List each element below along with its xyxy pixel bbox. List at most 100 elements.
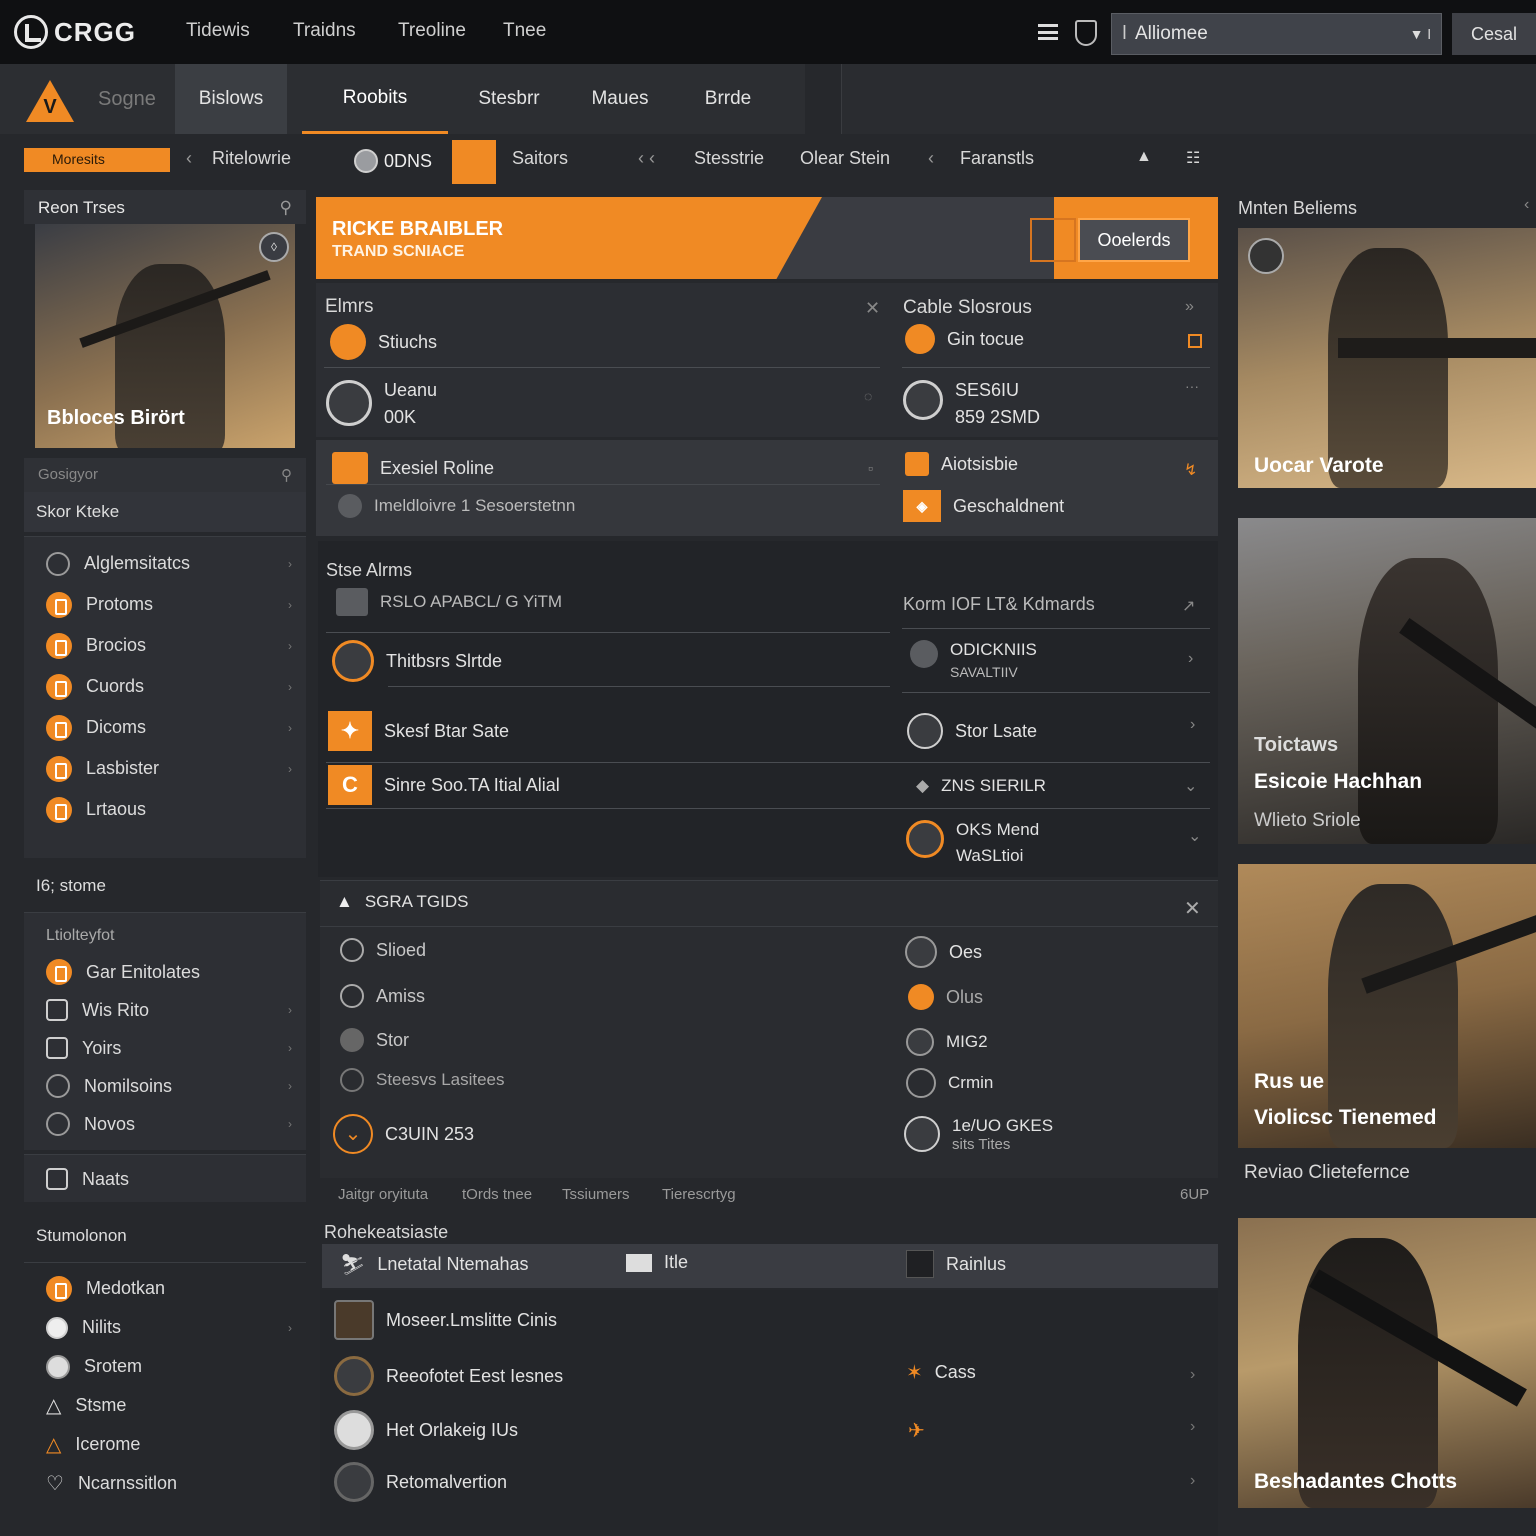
- tag-row[interactable]: Slioed: [340, 938, 426, 962]
- role-row[interactable]: ◈ Geschaldnent: [903, 490, 1064, 522]
- app-logo[interactable]: CRGG: [14, 12, 136, 52]
- tag-row[interactable]: Steesvs Lasitees: [340, 1068, 505, 1092]
- list-item[interactable]: Nilits ›: [24, 1308, 306, 1347]
- list-item[interactable]: Yoirs ›: [24, 1029, 306, 1067]
- list-item[interactable]: Lasbister ›: [24, 748, 306, 789]
- alert-header[interactable]: RSLO APABCL/ G YiTM: [336, 588, 562, 616]
- stat-row[interactable]: Gin tocue: [905, 324, 1024, 354]
- list-row[interactable]: Reeofotet Eest Iesnes: [334, 1356, 563, 1396]
- list-row[interactable]: ✶ Cass: [906, 1360, 976, 1385]
- list-item[interactable]: △ Icerome: [24, 1425, 306, 1464]
- top-nav-item-4[interactable]: Tnee: [503, 20, 546, 42]
- footnote-item[interactable]: Tssiumers: [562, 1186, 630, 1203]
- list-item[interactable]: Nomilsoins ›: [24, 1067, 306, 1105]
- top-nav-item-1[interactable]: Tidewis: [186, 20, 250, 42]
- hero-image[interactable]: ◊ Bbloces Birört: [35, 224, 295, 448]
- list-item[interactable]: Brocios ›: [24, 625, 306, 666]
- list-item[interactable]: Alglemsitatcs ›: [24, 543, 306, 584]
- close-icon[interactable]: ✕: [1184, 896, 1201, 921]
- tag-row[interactable]: Oes: [905, 936, 982, 968]
- orange-toggle[interactable]: [452, 140, 496, 184]
- list-item[interactable]: Dicoms ›: [24, 707, 306, 748]
- code-box[interactable]: 0DNS: [354, 144, 432, 178]
- tag-row[interactable]: MIG2: [906, 1028, 988, 1056]
- footnote-item[interactable]: 6UP: [1180, 1186, 1209, 1203]
- arrow-icon[interactable]: ↯: [1184, 460, 1197, 480]
- list-item[interactable]: Wis Rito ›: [24, 991, 306, 1029]
- inbox-icon[interactable]: ☷: [1186, 148, 1200, 168]
- user-icon[interactable]: ⚲: [280, 198, 292, 217]
- chevron-right-icon[interactable]: ›: [1190, 1472, 1195, 1490]
- menu-icon[interactable]: [1038, 24, 1058, 40]
- list-item[interactable]: △ Stsme: [24, 1386, 306, 1425]
- chevron-down-icon[interactable]: ⌄: [1184, 776, 1197, 796]
- info-icon[interactable]: ◌: [864, 388, 872, 404]
- list-item[interactable]: Srotem: [24, 1347, 306, 1386]
- alert-row[interactable]: OKS Mend WaSLtioi: [906, 820, 1039, 866]
- tab-item[interactable]: ⛷ Lnetatal Ntemahas: [340, 1252, 528, 1277]
- list-item[interactable]: Naats: [24, 1155, 306, 1203]
- list-item[interactable]: Lrtaous: [24, 789, 306, 830]
- filter-item-4[interactable]: Olear Stein: [800, 148, 890, 169]
- card-link[interactable]: Reviao Clietefernce: [1244, 1162, 1410, 1184]
- filter-item-2[interactable]: Saitors: [512, 148, 568, 169]
- chevron-icon[interactable]: ⌄: [1188, 826, 1201, 846]
- role-row[interactable]: Exesiel Roline: [332, 452, 494, 484]
- list-row[interactable]: Moseer.Lmslitte Cinis: [334, 1300, 557, 1340]
- alert-row[interactable]: ◆ ZNS SIERILR: [916, 776, 1046, 796]
- role-row[interactable]: Imeldloivre 1 Sesoerstetnn: [338, 494, 575, 518]
- filter-item-3[interactable]: Stesstrie: [694, 148, 764, 169]
- banner-checkbox[interactable]: [1030, 218, 1076, 262]
- feature-card[interactable]: Uocar Varote: [1238, 228, 1536, 488]
- list-item[interactable]: Cuords ›: [24, 666, 306, 707]
- feature-card[interactable]: Toictaws Esicoie Hachhan Wlieto Sriole: [1238, 518, 1536, 844]
- tab-4[interactable]: Maues: [578, 64, 662, 134]
- filter-item-5[interactable]: Faranstls: [960, 148, 1034, 169]
- expand-icon[interactable]: ↗: [1182, 596, 1195, 616]
- secondary-search[interactable]: Sogne: [98, 88, 156, 111]
- play-icon[interactable]: ◊: [259, 232, 289, 262]
- tag-row[interactable]: Amiss: [340, 984, 425, 1008]
- alert-row[interactable]: ✦ Skesf Btar Sate: [328, 711, 509, 751]
- close-icon[interactable]: ✕: [865, 298, 880, 319]
- footnote-item[interactable]: tOrds tnee: [462, 1186, 532, 1203]
- list-item[interactable]: Protoms ›: [24, 584, 306, 625]
- feature-card[interactable]: Beshadantes Chotts: [1238, 1218, 1536, 1508]
- stat-row[interactable]: Stiuchs: [330, 324, 437, 360]
- tab-item[interactable]: Itle: [626, 1252, 688, 1273]
- tag-row[interactable]: 1e/UO GKES sits Tites: [904, 1116, 1053, 1153]
- tag-row[interactable]: Crmin: [906, 1068, 993, 1098]
- cancel-button[interactable]: Cesal: [1452, 13, 1536, 55]
- footnote-item[interactable]: Tierescrtyg: [662, 1186, 736, 1203]
- list-item[interactable]: Novos ›: [24, 1105, 306, 1143]
- orders-button[interactable]: Ooelerds: [1078, 218, 1190, 262]
- filter-item-1[interactable]: Ritelowrie: [212, 148, 291, 169]
- role-row[interactable]: Aiotsisbie: [905, 452, 1018, 476]
- top-nav-item-3[interactable]: Treoline: [398, 20, 466, 42]
- tag-row[interactable]: Olus: [908, 984, 983, 1010]
- tab-3[interactable]: Stesbrr: [462, 64, 556, 134]
- tag-row[interactable]: Stor: [340, 1028, 409, 1052]
- user-icon[interactable]: ⚲: [281, 466, 292, 484]
- list-item[interactable]: Medotkan: [24, 1269, 306, 1308]
- tag-row[interactable]: ⌄ C3UIN 253: [333, 1114, 474, 1154]
- chevron-left-icon[interactable]: ‹: [186, 148, 192, 169]
- shield-icon[interactable]: [1075, 20, 1097, 46]
- stat-row[interactable]: Ueanu 00K: [326, 380, 437, 428]
- alert-row[interactable]: Stor Lsate: [907, 713, 1037, 749]
- top-nav-item-2[interactable]: Traidns: [293, 20, 356, 42]
- list-item[interactable]: ♡ Ncarnssitlon: [24, 1464, 306, 1503]
- chevron-right-icon[interactable]: ›: [1190, 1418, 1195, 1436]
- footnote-item[interactable]: Jaitgr oryituta: [338, 1186, 428, 1203]
- chevron-left-icon[interactable]: ‹: [928, 148, 934, 169]
- section-item-standalone[interactable]: Naats: [24, 1154, 306, 1202]
- triangle-icon[interactable]: ▲: [1136, 148, 1152, 166]
- stat-row[interactable]: SES6IU 859 2SMD: [903, 380, 1040, 428]
- alert-row[interactable]: ODICKNIIS SAVALTIIV: [910, 640, 1037, 680]
- tab-5[interactable]: Brrde: [686, 64, 770, 134]
- checkbox[interactable]: [1188, 334, 1202, 348]
- chevron-right-icon[interactable]: ›: [1190, 1366, 1195, 1384]
- feature-card[interactable]: Rus ue Violicsc Tienemed: [1238, 864, 1536, 1148]
- chevron-left-icon[interactable]: ‹ ‹: [638, 148, 655, 169]
- filter-chip[interactable]: Moresits: [24, 148, 170, 172]
